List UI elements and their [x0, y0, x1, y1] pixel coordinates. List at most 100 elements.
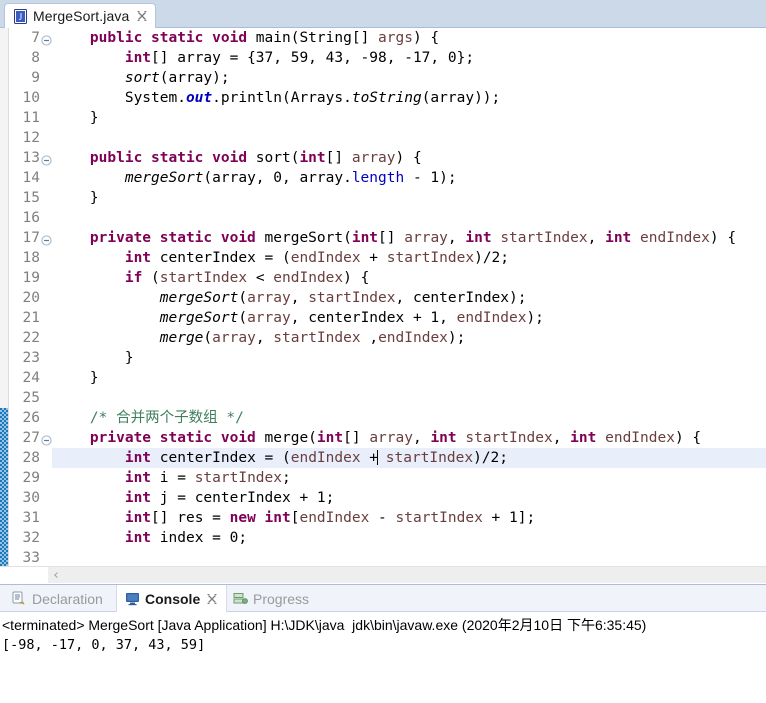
code-token: mergeSort [159, 290, 239, 306]
fold-collapse-icon[interactable] [41, 232, 52, 246]
console-output-area[interactable]: <terminated> MergeSort [Java Application… [0, 612, 766, 655]
code-token: endIndex [378, 330, 448, 346]
code-line[interactable]: 32 int index = 0; [0, 528, 766, 548]
code-line-text: int index = 0; [55, 528, 247, 548]
code-token: merge [159, 330, 204, 346]
line-number: 29 [22, 470, 40, 486]
code-token: , [447, 230, 466, 246]
line-number: 33 [22, 550, 40, 566]
editor-tab-mergesort-java[interactable]: J MergeSort.java [4, 3, 157, 28]
code-token: array [404, 230, 448, 246]
code-token: startIndex [386, 250, 475, 266]
code-line-text: int i = startIndex; [55, 468, 291, 488]
code-token: startIndex [500, 230, 588, 246]
code-token: private static void [89, 230, 265, 246]
editor-horizontal-scrollbar[interactable]: ‹ [0, 566, 766, 583]
code-token: merge( [264, 430, 317, 446]
code-line[interactable]: 21 mergeSort(array, centerIndex + 1, end… [0, 308, 766, 328]
code-token: startIndex [308, 290, 396, 306]
code-line[interactable]: 9 sort(array); [0, 68, 766, 88]
code-token: int [299, 150, 326, 166]
code-line[interactable]: 7 public static void main(String[] args)… [0, 28, 766, 48]
console-output-line: [-98, -17, 0, 37, 43, 59] [2, 637, 206, 653]
code-token: [] [325, 150, 352, 166]
code-line[interactable]: 23 } [0, 348, 766, 368]
code-token: j = centerIndex + 1; [151, 490, 335, 506]
fold-collapse-icon[interactable] [41, 32, 52, 46]
code-line-text: } [55, 368, 99, 388]
code-token: (array, 0, array. [203, 170, 352, 186]
code-line[interactable]: 22 merge(array, startIndex ,endIndex); [0, 328, 766, 348]
line-number: 19 [22, 270, 40, 286]
code-line[interactable]: 13 public static void sort(int[] array) … [0, 148, 766, 168]
code-line-text: sort(array); [55, 68, 230, 88]
code-line[interactable]: 17 private static void mergeSort(int[] a… [0, 228, 766, 248]
code-line[interactable]: 28 int centerIndex = (endIndex + startIn… [0, 448, 766, 468]
code-token: )/2; [473, 450, 509, 466]
fold-collapse-icon[interactable] [41, 152, 52, 166]
code-token: i = [151, 470, 195, 486]
code-line[interactable]: 29 int i = startIndex; [0, 468, 766, 488]
code-token: int [316, 430, 344, 446]
code-line[interactable]: 33 [0, 548, 766, 568]
code-lines-container[interactable]: 7 public static void main(String[] args)… [0, 28, 766, 583]
code-token: args [378, 30, 413, 46]
code-token: if [124, 270, 143, 286]
fold-collapse-icon[interactable] [41, 432, 52, 446]
line-number: 16 [22, 210, 40, 226]
code-line-text: } [55, 108, 99, 128]
code-token: startIndex [194, 470, 283, 486]
close-icon[interactable] [206, 593, 218, 605]
code-line[interactable]: 10 System.out.println(Arrays.toString(ar… [0, 88, 766, 108]
code-line[interactable]: 8 int[] array = {37, 59, 43, -98, -17, 0… [0, 48, 766, 68]
code-token: , [412, 430, 431, 446]
code-line[interactable]: 27 private static void merge(int[] array… [0, 428, 766, 448]
line-number: 17 [22, 230, 40, 246]
code-line[interactable]: 24 } [0, 368, 766, 388]
code-editor[interactable]: 7 public static void main(String[] args)… [0, 28, 766, 583]
scrollbar-gutter-pad [0, 567, 48, 583]
code-line[interactable]: 16 [0, 208, 766, 228]
code-line[interactable]: 26 /* 合并两个子数组 */ [0, 408, 766, 428]
code-line[interactable]: 18 int centerIndex = (endIndex + startIn… [0, 248, 766, 268]
code-line[interactable]: 15 } [0, 188, 766, 208]
line-number: 12 [22, 130, 40, 146]
code-line[interactable]: 25 [0, 388, 766, 408]
line-number: 11 [22, 110, 40, 126]
code-token: int [124, 470, 152, 486]
bottom-tab-console[interactable]: Console [116, 585, 228, 612]
close-icon[interactable] [136, 10, 148, 22]
scroll-left-arrow-icon[interactable]: ‹ [48, 567, 64, 583]
code-token: + 1]; [482, 510, 536, 526]
code-token: ( [238, 290, 248, 306]
editor-tab-label: MergeSort.java [33, 8, 130, 24]
code-token: startIndex [159, 270, 248, 286]
bottom-tab-label: Progress [253, 590, 310, 607]
progress-icon [233, 591, 248, 606]
code-token: mergeSort [124, 170, 204, 186]
bottom-tab-progress[interactable]: Progress [225, 585, 317, 612]
console-process-line: <terminated> MergeSort [Java Application… [2, 617, 647, 633]
code-token: array [212, 330, 256, 346]
code-line[interactable]: 30 int j = centerIndex + 1; [0, 488, 766, 508]
bottom-tab-declaration[interactable]: Declaration [4, 585, 111, 612]
code-line[interactable]: 20 mergeSort(array, startIndex, centerIn… [0, 288, 766, 308]
code-token: , centerIndex); [395, 290, 527, 306]
code-line[interactable]: 12 [0, 128, 766, 148]
code-line[interactable]: 14 mergeSort(array, 0, array.length - 1)… [0, 168, 766, 188]
code-token: main( [255, 30, 300, 46]
code-token: public static void [89, 30, 256, 46]
code-token: [] [343, 430, 370, 446]
code-line[interactable]: 19 if (startIndex < endIndex) { [0, 268, 766, 288]
code-token: centerIndex = ( [151, 250, 291, 266]
code-line[interactable]: 31 int[] res = new int[endIndex - startI… [0, 508, 766, 528]
code-token: String [299, 30, 352, 46]
code-line[interactable]: 11 } [0, 108, 766, 128]
code-token: } [55, 110, 99, 126]
